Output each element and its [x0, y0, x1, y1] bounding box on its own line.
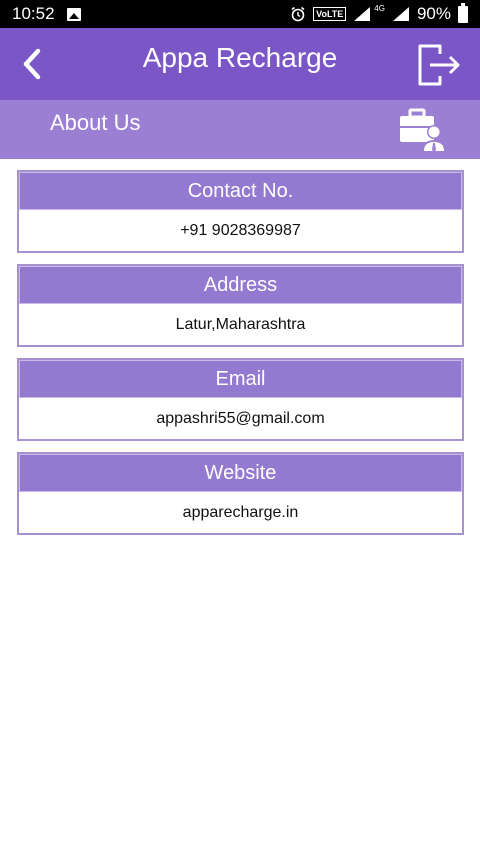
signal-icon: [354, 7, 371, 21]
website-value[interactable]: apparecharge.in: [19, 492, 462, 533]
app-bar: Appa Recharge: [0, 28, 480, 100]
logout-icon: [418, 44, 460, 86]
sub-header: About Us: [0, 100, 480, 159]
address-card: Address Latur,Maharashtra: [17, 264, 464, 347]
address-value: Latur,Maharashtra: [175, 315, 306, 333]
briefcase-user-icon: [400, 108, 446, 152]
contact-card: Contact No. +91 9028369987: [17, 170, 464, 253]
email-value[interactable]: appashri55@gmail.com: [19, 398, 462, 439]
battery-percent: 90%: [416, 4, 451, 23]
app-title: Appa Recharge: [142, 42, 338, 73]
card-header: Contact No.: [19, 172, 462, 210]
gallery-notification-icon: [66, 7, 81, 21]
card-header: Website: [19, 454, 462, 492]
contact-cards: Contact No. +91 9028369987 Address Latur…: [17, 170, 464, 546]
contact-number-value[interactable]: +91 9028369987: [19, 210, 462, 251]
page-title: About Us: [50, 110, 141, 135]
network-type: 4G: [374, 3, 385, 13]
logout-button[interactable]: [416, 42, 464, 88]
card-header: Email: [19, 360, 462, 398]
volte-badge: VoLTE: [313, 7, 347, 21]
website-card: Website apparecharge.in: [17, 452, 464, 535]
signal-icon-2: [392, 7, 409, 21]
card-header: Address: [19, 266, 462, 304]
battery-icon: [458, 2, 468, 23]
email-card: Email appashri55@gmail.com: [17, 358, 464, 441]
status-time: 10:52: [12, 4, 55, 23]
status-bar: 10:52 VoLTE 4G 90%: [0, 0, 480, 28]
alarm-icon: [291, 6, 305, 22]
